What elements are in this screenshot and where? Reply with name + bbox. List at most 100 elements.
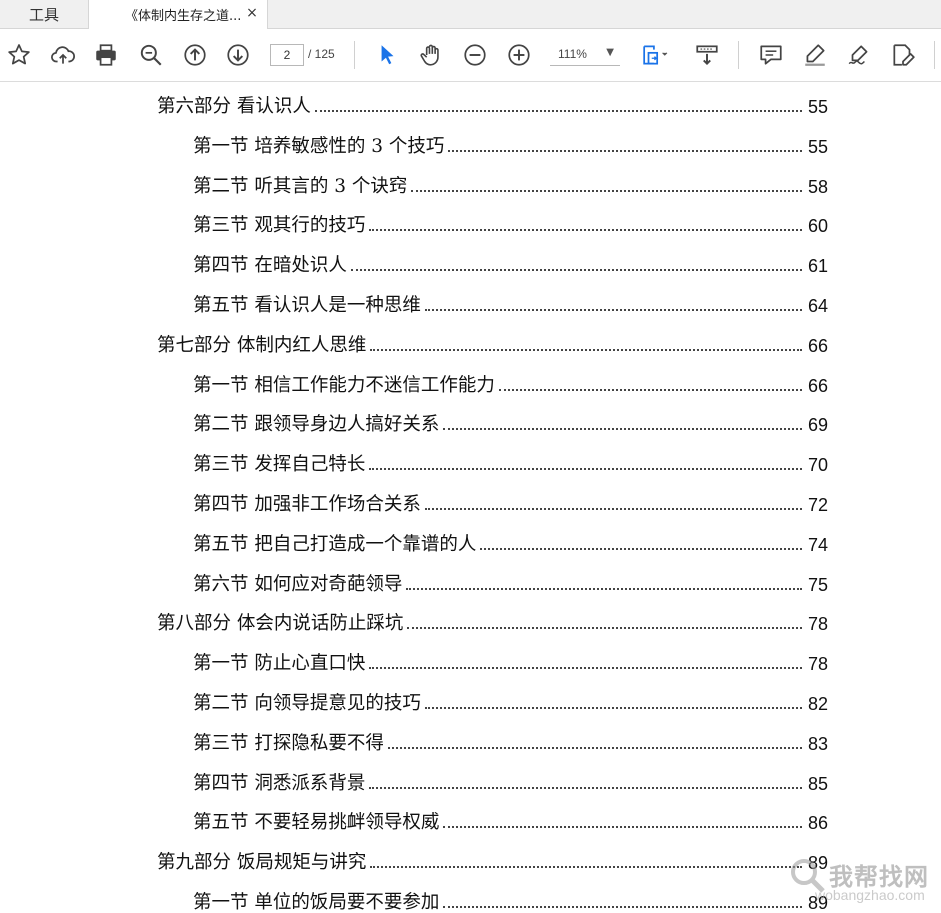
toc-section-entry[interactable]: 第四节 在暗处识人 61: [193, 247, 828, 277]
toc-entry-title: 第四节 在暗处识人: [193, 255, 347, 276]
toc-section-entry[interactable]: 第五节 不要轻易挑衅领导权威 86: [193, 804, 828, 834]
edit-pdf-icon[interactable]: [888, 40, 918, 70]
toc-section-entry[interactable]: 第二节 听其言的 3 个诀窍 58: [193, 168, 828, 198]
toc-dot-leader: [370, 865, 802, 868]
highlight-icon[interactable]: [800, 40, 830, 70]
toc-page-number: 82: [807, 694, 828, 714]
zoom-out-search-icon[interactable]: [136, 40, 166, 70]
upload-icon[interactable]: [48, 40, 78, 70]
star-icon[interactable]: [4, 40, 34, 70]
toc-dot-leader: [443, 905, 802, 908]
toc-part-entry[interactable]: 第八部分 体会内说话防止踩坑 78: [157, 605, 828, 635]
toc-dot-leader: [350, 268, 802, 271]
toc-page-number: 72: [807, 495, 828, 515]
toc-section-entry[interactable]: 第四节 加强非工作场合关系 72: [193, 486, 828, 516]
sign-icon[interactable]: [844, 40, 874, 70]
toc-page-number: 69: [807, 415, 828, 435]
toc-entry-title: 第一节 单位的饭局要不要参加: [193, 892, 440, 913]
toc-page-number: 70: [807, 455, 828, 475]
plus-circle-icon[interactable]: [504, 40, 534, 70]
toc-dot-leader: [424, 507, 802, 510]
toc-entry-title: 第六部分 看认识人: [157, 96, 311, 117]
toc-section-entry[interactable]: 第一节 培养敏感性的 3 个技巧 55: [193, 128, 828, 158]
toc-dot-leader: [424, 706, 802, 709]
toc-section-entry[interactable]: 第三节 打探隐私要不得 83: [193, 725, 828, 755]
toc-entry-title: 第八部分 体会内说话防止踩坑: [157, 613, 404, 634]
comment-icon[interactable]: [756, 40, 786, 70]
toc-dot-leader: [370, 348, 802, 351]
toc-section-entry[interactable]: 第一节 单位的饭局要不要参加 89: [193, 884, 828, 913]
page-down-icon[interactable]: [223, 40, 253, 70]
toc-entry-title: 第六节 如何应对奇葩领导: [193, 574, 403, 595]
toc-entry-title: 第四节 洞悉派系背景: [193, 773, 366, 794]
chevron-down-icon: ▼: [606, 47, 614, 58]
select-cursor-icon[interactable]: [372, 40, 402, 70]
toc-entry-title: 第二节 向领导提意见的技巧: [193, 693, 421, 714]
toolbar-divider: [934, 41, 935, 69]
toc-part-entry[interactable]: 第七部分 体制内红人思维 66: [157, 327, 828, 357]
toc-page-number: 75: [807, 575, 828, 595]
toc-dot-leader: [369, 467, 802, 470]
page-total: / 125: [308, 47, 335, 61]
zoom-select[interactable]: 111% ▼: [550, 44, 620, 66]
hand-tool-icon[interactable]: [416, 40, 446, 70]
fit-page-icon[interactable]: [637, 40, 673, 70]
scroll-mode-icon[interactable]: [692, 40, 722, 70]
toc-entry-title: 第四节 加强非工作场合关系: [193, 494, 421, 515]
toc-entry-title: 第二节 跟领导身边人搞好关系: [193, 414, 440, 435]
tab-document[interactable]: 《体制内生存之道... ×: [88, 0, 268, 29]
toc-dot-leader: [480, 547, 802, 550]
close-tab-icon[interactable]: ×: [245, 6, 259, 20]
document-view[interactable]: 第六部分 看认识人 55 第一节 培养敏感性的 3 个技巧 55 第二节 听其言的 3 …: [0, 82, 941, 913]
tab-tools[interactable]: 工具: [0, 0, 88, 28]
toc-page-number: 74: [807, 535, 828, 555]
toc-section-entry[interactable]: 第二节 跟领导身边人搞好关系 69: [193, 406, 828, 436]
toc-section-entry[interactable]: 第五节 把自己打造成一个靠谱的人 74: [193, 526, 828, 556]
toc-entry-title: 第三节 发挥自己特长: [193, 454, 366, 475]
toc-entry-title: 第九部分 饭局规矩与讲究: [157, 852, 367, 873]
toc-section-entry[interactable]: 第一节 防止心直口快 78: [193, 645, 828, 675]
toolbar-divider: [738, 41, 739, 69]
toc-page-number: 66: [807, 336, 828, 356]
tab-document-title: 《体制内生存之道...: [125, 9, 242, 24]
toc-section-entry[interactable]: 第二节 向领导提意见的技巧 82: [193, 685, 828, 715]
toc-dot-leader: [498, 388, 802, 391]
toc-part-entry[interactable]: 第六部分 看认识人 55: [157, 88, 828, 118]
toc-dot-leader: [369, 228, 802, 231]
toc-page-number: 66: [807, 376, 828, 396]
toc-entry-title: 第五节 看认识人是一种思维: [193, 295, 421, 316]
toc-page-number: 55: [807, 97, 828, 117]
toc-part-entry[interactable]: 第九部分 饭局规矩与讲究 89: [157, 844, 828, 874]
toc-entry-title: 第一节 防止心直口快: [193, 653, 366, 674]
toc-page-number: 64: [807, 296, 828, 316]
toc-page-number: 78: [807, 614, 828, 634]
toc-entry-title: 第三节 观其行的技巧: [193, 215, 366, 236]
toolbar: 2 / 125 111% ▼: [0, 29, 941, 82]
page-number-input[interactable]: 2: [270, 44, 304, 66]
toc-page-number: 61: [807, 256, 828, 276]
toc-dot-leader: [443, 427, 802, 430]
toc-entry-title: 第五节 不要轻易挑衅领导权威: [193, 812, 440, 833]
toc-section-entry[interactable]: 第三节 观其行的技巧 60: [193, 207, 828, 237]
toc-page-number: 58: [807, 177, 828, 197]
zoom-value: 111%: [558, 47, 587, 61]
toc-section-entry[interactable]: 第一节 相信工作能力不迷信工作能力 66: [193, 367, 828, 397]
toc-entry-title: 第一节 培养敏感性的 3 个技巧: [193, 136, 445, 157]
toc-entry-title: 第七部分 体制内红人思维: [157, 335, 367, 356]
toc-entry-title: 第三节 打探隐私要不得: [193, 733, 384, 754]
toc-dot-leader: [448, 149, 802, 152]
print-icon[interactable]: [91, 40, 121, 70]
toc-section-entry[interactable]: 第三节 发挥自己特长 70: [193, 446, 828, 476]
page-up-icon[interactable]: [180, 40, 210, 70]
toc-dot-leader: [387, 746, 802, 749]
minus-circle-icon[interactable]: [460, 40, 490, 70]
toc-entry-title: 第一节 相信工作能力不迷信工作能力: [193, 375, 495, 396]
watermark: 我帮找网 wobangzhao.com: [785, 851, 935, 907]
toc-entry-title: 第二节 听其言的 3 个诀窍: [193, 176, 408, 197]
toolbar-divider: [354, 41, 355, 69]
toc-dot-leader: [369, 666, 802, 669]
toc-page-number: 86: [807, 813, 828, 833]
toc-section-entry[interactable]: 第五节 看认识人是一种思维 64: [193, 287, 828, 317]
toc-section-entry[interactable]: 第六节 如何应对奇葩领导 75: [193, 566, 828, 596]
toc-section-entry[interactable]: 第四节 洞悉派系背景 85: [193, 765, 828, 795]
